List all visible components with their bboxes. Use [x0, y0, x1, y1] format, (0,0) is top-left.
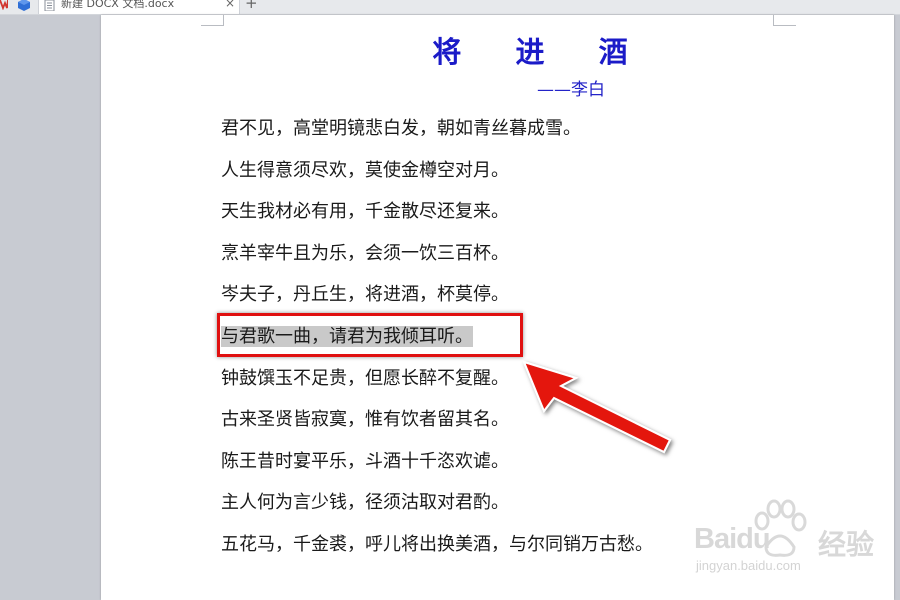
tab-document[interactable]: 新建 DOCX 文档.docx ×	[38, 0, 240, 14]
poem-line[interactable]: 古来圣贤皆寂寞，惟有饮者留其名。	[221, 406, 653, 448]
baidu-jingyan-watermark: Baidu 经验 jingyan.baidu.com	[688, 497, 893, 577]
poem-line[interactable]: 五花马，千金裘，呼儿将出换美酒，与尔同销万古愁。	[221, 531, 653, 573]
poem-line-text: 钟鼓馔玉不足贵，但愿长醉不复醒。	[221, 367, 509, 389]
cube-icon[interactable]	[18, 0, 30, 11]
tab-title: 新建 DOCX 文档.docx	[61, 0, 175, 10]
poem-line-text: 主人何为言少钱，径须沽取对君酌。	[221, 492, 509, 514]
poem-title: 将 进 酒	[432, 35, 650, 69]
poem-line-text: 烹羊宰牛且为乐，会须一饮三百杯。	[221, 242, 509, 264]
poem-line[interactable]: 天生我材必有用，千金散尽还复来。	[221, 198, 653, 240]
watermark-brand-cn: 经验	[818, 528, 875, 561]
poem-line-text: 天生我材必有用，千金散尽还复来。	[221, 201, 509, 223]
paw-logo-icon	[754, 499, 807, 557]
watermark-url: jingyan.baidu.com	[696, 558, 801, 573]
poem-line-text: 陈王昔时宴平乐，斗酒十千恣欢谑。	[221, 450, 509, 472]
poem-line[interactable]: 钟鼓馔玉不足贵，但愿长醉不复醒。	[221, 365, 653, 407]
poem-line[interactable]: 主人何为言少钱，径须沽取对君酌。	[221, 489, 653, 531]
poem-author: ——李白	[537, 80, 605, 100]
new-tab-button[interactable]: +	[245, 0, 258, 11]
poem-line-text: 人生得意须尽欢，莫使金樽空对月。	[221, 159, 509, 181]
margin-corner-mark	[201, 15, 224, 26]
poem-line[interactable]: 君不见，高堂明镜悲白发，朝如青丝暮成雪。	[221, 115, 653, 157]
document-icon	[44, 0, 55, 11]
poem-line[interactable]: 人生得意须尽欢，莫使金樽空对月。	[221, 157, 653, 199]
poem-line[interactable]: 陈王昔时宴平乐，斗酒十千恣欢谑。	[221, 448, 653, 490]
annotation-highlight-box	[217, 313, 523, 357]
wps-logo-icon[interactable]	[0, 0, 8, 10]
word-processor-window: 新建 DOCX 文档.docx × + 将 进 酒 ——李白 君不见，高堂明镜悲…	[0, 0, 900, 600]
poem-line-text: 五花马，千金裘，呼儿将出换美酒，与尔同销万古愁。	[221, 533, 653, 555]
tab-bar: 新建 DOCX 文档.docx × +	[0, 0, 900, 15]
tab-close-button[interactable]: ×	[225, 0, 235, 10]
poem-line-text: 岑夫子，丹丘生，将进酒，杯莫停。	[221, 284, 509, 306]
poem-line-text: 君不见，高堂明镜悲白发，朝如青丝暮成雪。	[221, 118, 581, 139]
poem-line-text: 古来圣贤皆寂寞，惟有饮者留其名。	[221, 409, 509, 431]
poem-line[interactable]: 烹羊宰牛且为乐，会须一饮三百杯。	[221, 240, 653, 282]
margin-corner-mark	[773, 15, 796, 26]
